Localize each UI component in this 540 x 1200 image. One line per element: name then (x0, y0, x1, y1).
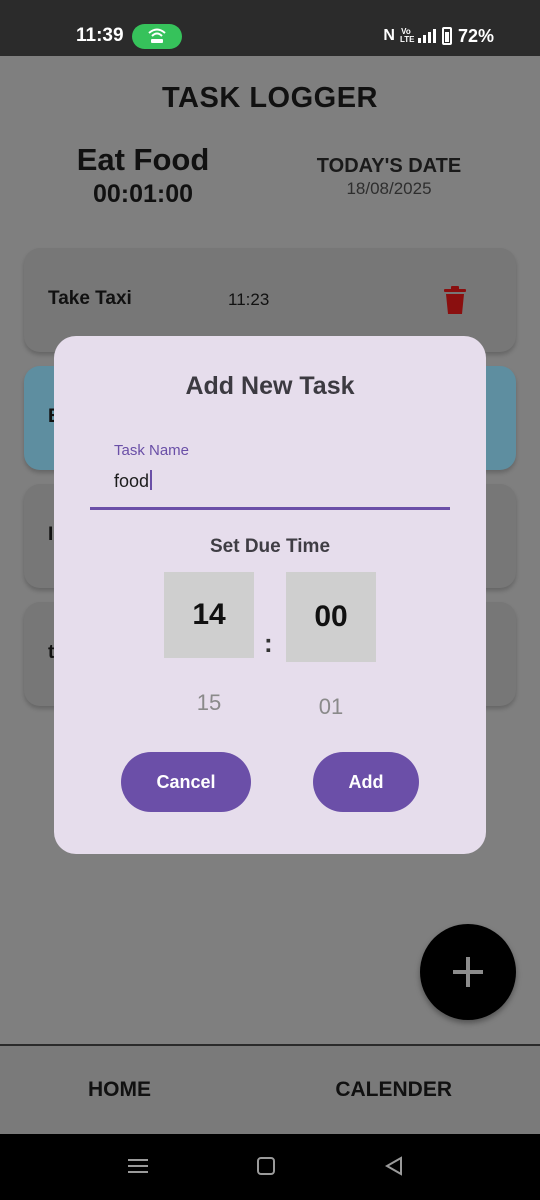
nav-home[interactable]: HOME (0, 1046, 270, 1134)
task-name-input-value: food (114, 471, 150, 491)
current-task-name: Eat Food (76, 142, 210, 177)
status-bar: 11:39 N Vo LTE 72% (0, 0, 540, 56)
task-name-input[interactable]: food (114, 470, 153, 492)
minute-picker[interactable]: 00 (286, 572, 376, 662)
back-icon[interactable] (384, 1156, 404, 1176)
trash-icon[interactable] (444, 286, 466, 314)
cancel-button[interactable]: Cancel (121, 752, 251, 812)
menu-icon[interactable] (128, 1156, 148, 1176)
add-task-fab[interactable] (420, 924, 516, 1020)
app-title: TASK LOGGER (161, 82, 379, 114)
hotspot-indicator[interactable] (132, 24, 182, 49)
text-caret (150, 470, 153, 490)
add-button[interactable]: Add (313, 752, 419, 812)
volte-icon: Vo LTE (399, 27, 415, 44)
task-name-underline (90, 507, 450, 510)
todays-date-label: TODAY'S DATE (316, 155, 462, 177)
home-icon[interactable] (256, 1156, 276, 1176)
battery-icon (441, 27, 452, 45)
hotspot-icon (148, 28, 166, 43)
system-nav-bar (0, 1134, 540, 1200)
plus-icon (453, 957, 483, 987)
add-task-dialog: Add New Task Task Name food Set Due Time… (54, 336, 486, 854)
task-name: Take Taxi (48, 288, 132, 309)
dialog-title: Add New Task (185, 372, 355, 400)
task-name-label: Task Name (114, 442, 190, 459)
current-task: Eat Food 00:01:00 (60, 142, 226, 210)
battery-percent: 72% (457, 26, 494, 46)
status-icons: N Vo LTE 72% (383, 24, 494, 48)
task-name: I (48, 524, 54, 545)
task-time: 11:23 (228, 290, 270, 309)
minute-picker-next[interactable]: 01 (286, 694, 376, 720)
time-separator: : (264, 628, 273, 658)
bottom-nav: HOME CALENDER (0, 1044, 540, 1134)
nav-calendar[interactable]: CALENDER (270, 1046, 540, 1134)
todays-date-value: 18/08/2025 (346, 179, 432, 198)
signal-icon (417, 29, 436, 43)
hour-picker-next[interactable]: 15 (164, 690, 254, 716)
due-time-label: Set Due Time (209, 536, 331, 557)
hour-picker[interactable]: 14 (164, 572, 254, 658)
todays-date: TODAY'S DATE 18/08/2025 (300, 154, 478, 200)
nfc-icon: N (383, 27, 395, 44)
status-time: 11:39 (76, 25, 124, 46)
current-task-timer: 00:01:00 (92, 180, 194, 208)
